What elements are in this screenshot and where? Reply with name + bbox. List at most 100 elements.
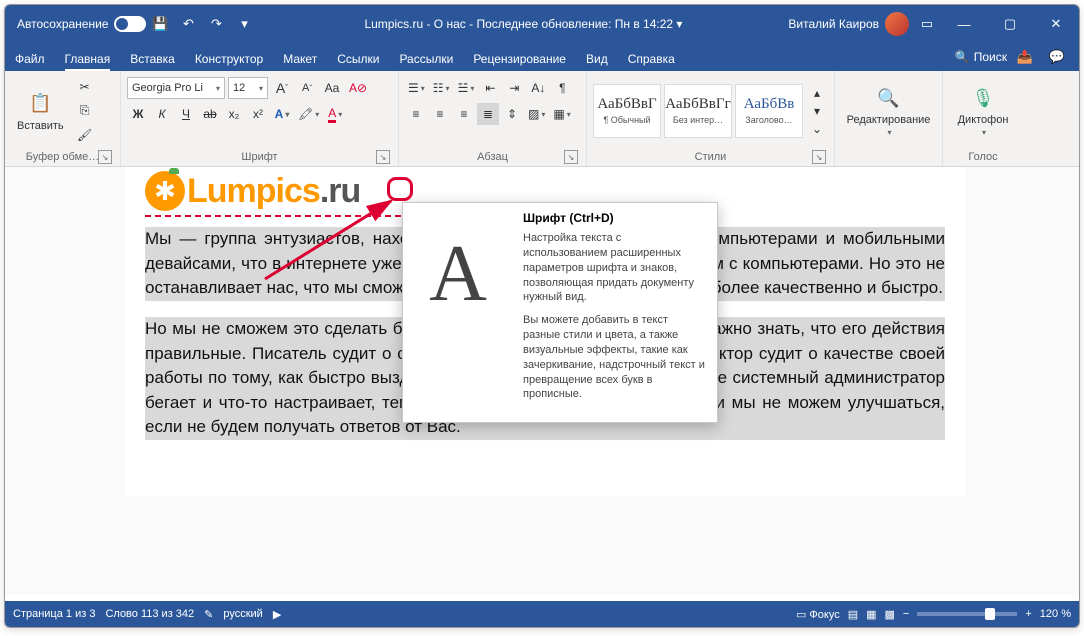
highlight-button[interactable]: 🖍▾ <box>295 103 322 125</box>
view-web-icon[interactable]: ▩ <box>885 608 895 621</box>
window-title: Lumpics.ru - О нас - Последнее обновлени… <box>258 17 788 31</box>
strike-button[interactable]: ab <box>199 103 221 125</box>
style-heading[interactable]: АаБбВвЗаголово… <box>735 84 803 138</box>
show-marks-button[interactable]: ¶ <box>551 77 573 99</box>
clipboard-launcher[interactable]: ↘ <box>98 150 112 164</box>
ribbon: 📋 Вставить ✂ ⎘ 🖌 Буфер обме…↘ Georgia Pr… <box>5 71 1079 167</box>
font-launcher[interactable]: ↘ <box>376 150 390 164</box>
shading-button[interactable]: ▨▾ <box>525 103 548 125</box>
styles-down[interactable]: ▾ <box>806 102 828 120</box>
bold-button[interactable]: Ж <box>127 103 149 125</box>
cut-button[interactable]: ✂ <box>74 76 96 98</box>
dictate-label: Диктофон <box>958 114 1009 126</box>
status-words[interactable]: Слово 113 из 342 <box>105 608 194 620</box>
tab-insert[interactable]: Вставка <box>120 47 185 71</box>
tab-help[interactable]: Справка <box>618 47 685 71</box>
maximize-button[interactable]: ▢ <box>987 5 1033 43</box>
styles-launcher[interactable]: ↘ <box>812 150 826 164</box>
clear-format-button[interactable]: A⊘ <box>346 77 370 99</box>
font-color-button[interactable]: A▾ <box>324 103 346 125</box>
ribbon-tabs: Файл Главная Вставка Конструктор Макет С… <box>5 43 1079 71</box>
user-area[interactable]: Виталий Каиров <box>788 12 909 36</box>
search-box[interactable]: 🔍 Поиск <box>955 50 1007 64</box>
align-center-button[interactable]: ≡ <box>429 103 451 125</box>
tab-layout[interactable]: Макет <box>273 47 327 71</box>
align-right-button[interactable]: ≡ <box>453 103 475 125</box>
format-painter-button[interactable]: 🖌 <box>74 124 96 146</box>
group-voice: 🎙 Диктофон ▾ Голос <box>943 71 1023 166</box>
orange-icon <box>145 171 185 211</box>
italic-button[interactable]: К <box>151 103 173 125</box>
line-spacing-button[interactable]: ⇕ <box>501 103 523 125</box>
status-page[interactable]: Страница 1 из 3 <box>13 608 95 620</box>
group-font: Georgia Pro Li▾ 12▾ Aˇ Aˇ Aa A⊘ Ж К Ч ab… <box>121 71 399 166</box>
underline-button[interactable]: Ч <box>175 103 197 125</box>
tooltip-title: Шрифт (Ctrl+D) <box>523 211 707 225</box>
style-nospacing[interactable]: АаБбВвГгБез интер… <box>664 84 732 138</box>
paste-button[interactable]: 📋 Вставить <box>11 86 70 136</box>
tab-mailings[interactable]: Рассылки <box>389 47 463 71</box>
text-effects-button[interactable]: A▾ <box>271 103 293 125</box>
superscript-button[interactable]: x² <box>247 103 269 125</box>
find-icon: 🔍 <box>875 84 903 112</box>
tab-review[interactable]: Рецензирование <box>463 47 576 71</box>
autosave-toggle[interactable] <box>114 16 146 32</box>
autosave-group: Автосохранение <box>17 16 146 32</box>
share-icon[interactable]: 📤 <box>1011 43 1039 71</box>
styles-more[interactable]: ⌄ <box>806 120 828 138</box>
tab-file[interactable]: Файл <box>5 47 55 71</box>
status-macro-icon[interactable]: ▶ <box>273 608 281 621</box>
zoom-in[interactable]: + <box>1025 608 1031 620</box>
style-normal[interactable]: АаБбВвГ¶ Обычный <box>593 84 661 138</box>
dictate-button[interactable]: 🎙 Диктофон ▾ <box>952 80 1015 141</box>
shrink-font-button[interactable]: Aˇ <box>296 77 318 99</box>
multilevel-button[interactable]: ☱▾ <box>455 77 478 99</box>
align-left-button[interactable]: ≡ <box>405 103 427 125</box>
annotation-circle <box>387 177 413 201</box>
redo-icon[interactable]: ↷ <box>202 10 230 38</box>
zoom-value[interactable]: 120 % <box>1040 608 1071 620</box>
zoom-out[interactable]: − <box>903 608 909 620</box>
tab-view[interactable]: Вид <box>576 47 618 71</box>
undo-icon[interactable]: ↶ <box>174 10 202 38</box>
logo-text: Lumpics.ru <box>187 172 360 211</box>
group-clipboard: 📋 Вставить ✂ ⎘ 🖌 Буфер обме…↘ <box>5 71 121 166</box>
qat-dropdown-icon[interactable]: ▾ <box>230 10 258 38</box>
change-case-button[interactable]: Aa <box>321 77 343 99</box>
numbering-button[interactable]: ☷▾ <box>430 77 453 99</box>
borders-button[interactable]: ▦▾ <box>550 103 573 125</box>
tab-design[interactable]: Конструктор <box>185 47 273 71</box>
avatar <box>885 12 909 36</box>
subscript-button[interactable]: x₂ <box>223 103 245 125</box>
status-language[interactable]: русский <box>223 608 262 620</box>
increase-indent-button[interactable]: ⇥ <box>503 77 525 99</box>
editing-button[interactable]: 🔍 Редактирование ▾ <box>841 80 937 141</box>
sort-button[interactable]: A↓ <box>527 77 549 99</box>
font-name-combo[interactable]: Georgia Pro Li▾ <box>127 77 225 99</box>
styles-up[interactable]: ▴ <box>806 84 828 102</box>
title-bar: Автосохранение 💾 ↶ ↷ ▾ Lumpics.ru - О на… <box>5 5 1079 43</box>
tab-home[interactable]: Главная <box>55 47 121 71</box>
group-styles: АаБбВвГ¶ Обычный АаБбВвГгБез интер… АаБб… <box>587 71 835 166</box>
paste-icon: 📋 <box>26 90 54 118</box>
ribbon-display-icon[interactable]: ▭ <box>913 10 941 38</box>
justify-button[interactable]: ≣ <box>477 103 499 125</box>
save-icon[interactable]: 💾 <box>146 10 174 38</box>
font-size-combo[interactable]: 12▾ <box>228 77 268 99</box>
status-bar: Страница 1 из 3 Слово 113 из 342 ✎ русск… <box>5 601 1079 627</box>
status-proofing-icon[interactable]: ✎ <box>204 608 213 621</box>
focus-mode[interactable]: ▭ Фокус <box>796 608 840 621</box>
view-read-icon[interactable]: ▤ <box>848 608 858 621</box>
decrease-indent-button[interactable]: ⇤ <box>479 77 501 99</box>
close-button[interactable]: ✕ <box>1033 5 1079 43</box>
view-print-icon[interactable]: ▦ <box>866 608 876 621</box>
tab-references[interactable]: Ссылки <box>327 47 389 71</box>
editing-label: Редактирование <box>847 114 931 126</box>
grow-font-button[interactable]: Aˇ <box>271 77 293 99</box>
comments-icon[interactable]: 💬 <box>1043 43 1071 71</box>
minimize-button[interactable]: — <box>941 5 987 43</box>
bullets-button[interactable]: ☰▾ <box>405 77 428 99</box>
copy-button[interactable]: ⎘ <box>74 100 96 122</box>
paragraph-launcher[interactable]: ↘ <box>564 150 578 164</box>
zoom-slider[interactable] <box>917 612 1017 616</box>
